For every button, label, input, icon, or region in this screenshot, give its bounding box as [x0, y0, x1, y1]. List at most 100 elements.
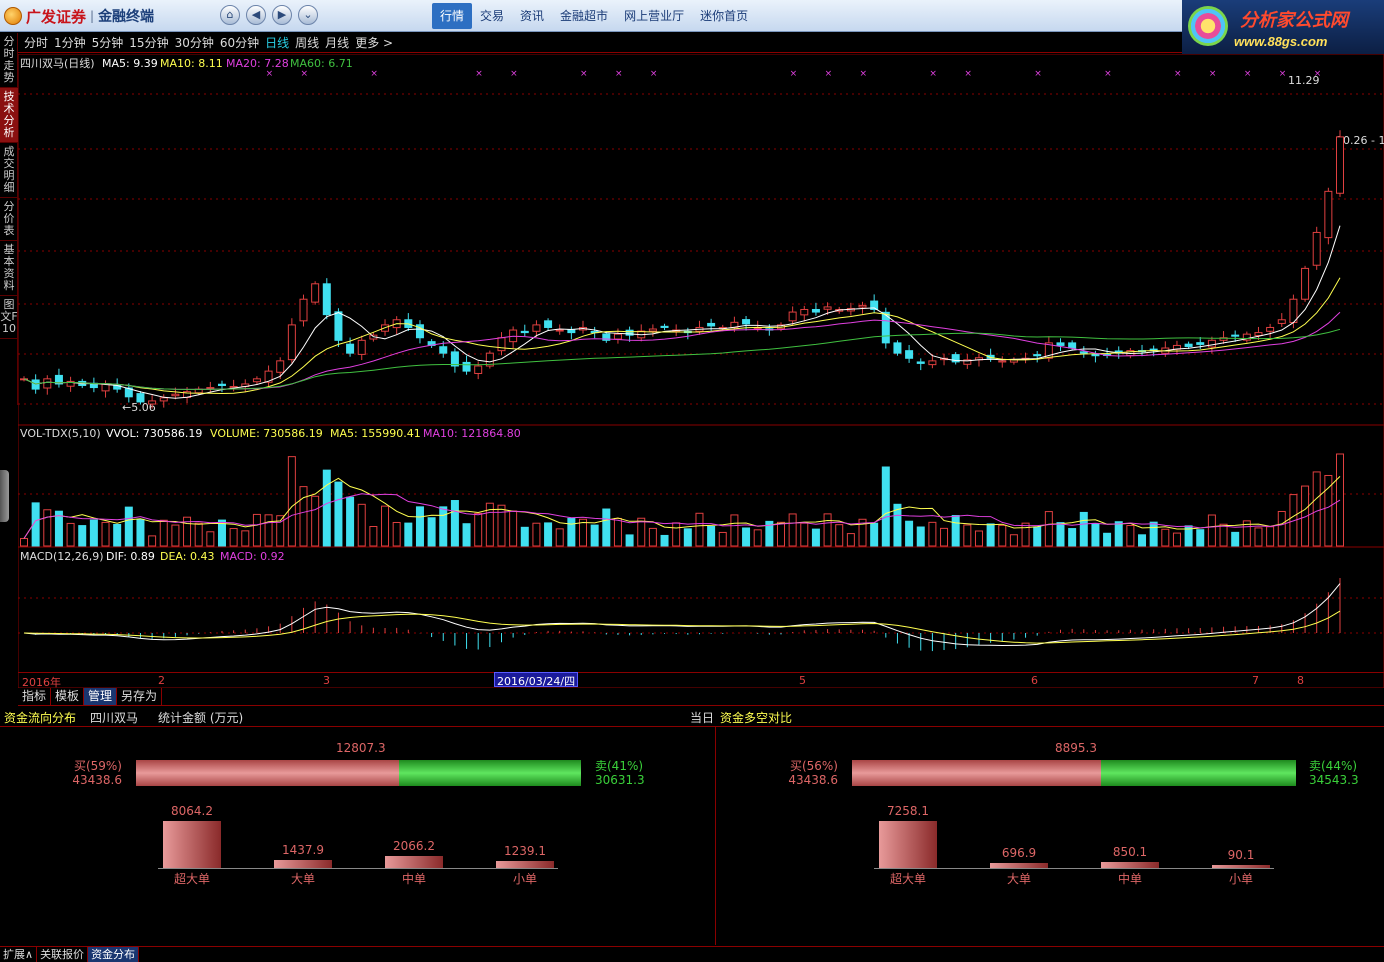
signal-mark: ×	[301, 69, 309, 79]
tab-timeshare[interactable]: 分时走势	[0, 33, 18, 88]
period-1min[interactable]: 1分钟	[54, 34, 86, 51]
candle-body	[1324, 190, 1333, 239]
volume-bar	[974, 530, 983, 547]
back-icon[interactable]: ◀	[246, 5, 266, 25]
volume-bar	[427, 517, 436, 547]
signal-mark: ×	[370, 69, 378, 79]
main-legend: 四川双马(日线) MA5: 9.39 MA10: 8.11 MA20: 7.28…	[20, 56, 353, 70]
nav-item-trade[interactable]: 交易	[472, 3, 512, 29]
ma60-line	[23, 328, 1341, 390]
vol-legend: VOL-TDX(5,10) VVOL: 730586.19 VOLUME: 73…	[20, 427, 521, 440]
period-60min[interactable]: 60分钟	[220, 34, 259, 51]
macd-legend-macd: MACD: 0.92	[220, 550, 285, 563]
volume-bar	[497, 504, 506, 547]
nav-item-market[interactable]: 行情	[432, 3, 473, 29]
volume-bar	[43, 509, 52, 547]
volume-bar	[1207, 514, 1216, 547]
period-monthly[interactable]: 月线	[325, 34, 349, 51]
axis-label-5: 5	[799, 674, 806, 687]
order-column-value: 1239.1	[504, 844, 546, 858]
volume-bar	[916, 526, 925, 547]
tab-expand[interactable]: 扩展∧	[0, 947, 38, 962]
order-column	[385, 856, 443, 868]
volume-bar	[905, 520, 914, 547]
candle-body	[1207, 339, 1216, 348]
macd-legend-dea: DEA: 0.43	[160, 550, 214, 563]
candle-body	[893, 342, 902, 354]
macd-legend: MACD(12,26,9) DIF: 0.89 DEA: 0.43 MACD: …	[20, 550, 285, 563]
tab-fund-distribution[interactable]: 资金分布	[88, 947, 140, 962]
tab-save-as[interactable]: 另存为	[117, 688, 163, 705]
nav-item-news[interactable]: 资讯	[512, 3, 552, 29]
volume-bar	[1033, 526, 1042, 547]
ma10-line	[23, 277, 1341, 395]
volume-bar	[171, 524, 180, 547]
column-baseline	[874, 868, 1274, 869]
tab-trade-details[interactable]: 成交明细	[0, 143, 18, 198]
order-column-value: 2066.2	[393, 839, 435, 853]
tab-manage[interactable]: 管理	[84, 688, 118, 705]
volume-bar	[625, 534, 634, 547]
legend-ma5: MA5: 9.39	[102, 57, 158, 70]
kline-chart[interactable]: 四川双马(日线) MA5: 9.39 MA10: 8.11 MA20: 7.28…	[18, 54, 1384, 688]
order-column	[1212, 865, 1270, 868]
candle-body	[497, 337, 506, 352]
tab-price-table[interactable]: 分价表	[0, 198, 18, 241]
collapse-icon[interactable]: ⌄	[298, 5, 318, 25]
tab-technical[interactable]: 技术分析	[0, 88, 18, 143]
volume-bar	[206, 531, 215, 547]
volume-bar	[357, 503, 366, 547]
tab-indicator[interactable]: 指标	[18, 688, 52, 705]
candle-body	[1149, 348, 1158, 351]
macd-legend-dif: DIF: 0.89	[106, 550, 155, 563]
candle-body	[1033, 354, 1042, 357]
promo-banner[interactable]: 分析家公式网 www.88gs.com	[1182, 0, 1384, 54]
tab-related-quotes[interactable]: 关联报价	[37, 947, 89, 962]
tab-f10[interactable]: 图文F10	[0, 296, 18, 339]
period-timeshare[interactable]: 分时	[24, 34, 48, 51]
volume-bar	[1161, 528, 1170, 547]
volume-bar	[1254, 527, 1263, 547]
home-icon[interactable]: ⌂	[220, 5, 240, 25]
order-column-value: 696.9	[1001, 846, 1037, 860]
candle-body	[1231, 334, 1240, 337]
signal-mark: ×	[825, 69, 833, 79]
period-5min[interactable]: 5分钟	[92, 34, 124, 51]
order-column	[496, 861, 554, 868]
left-view-tabs: 分时走势 技术分析 成交明细 分价表 基本资料 图文F10	[0, 33, 18, 405]
volume-bar	[776, 521, 785, 547]
volume-bar	[1172, 532, 1181, 547]
tab-template[interactable]: 模板	[51, 688, 85, 705]
volume-bar	[346, 496, 355, 547]
order-column	[879, 821, 937, 868]
vol-legend-volume: VOLUME: 730586.19	[210, 427, 323, 440]
period-30min[interactable]: 30分钟	[175, 34, 214, 51]
candle-body	[811, 308, 820, 313]
period-more[interactable]: 更多 >	[355, 34, 393, 51]
volume-bar	[381, 505, 390, 547]
candle-body	[439, 346, 448, 354]
period-weekly[interactable]: 周线	[295, 34, 319, 51]
nav-item-online-branch[interactable]: 网上营业厅	[616, 3, 692, 29]
nav-item-finance-mall[interactable]: 金融超市	[552, 3, 616, 29]
candle-body	[905, 350, 914, 359]
buy-amount: 43438.6	[788, 773, 838, 787]
legend-stock-name: 四川双马(日线)	[20, 56, 95, 70]
panel-period[interactable]: 当日	[690, 709, 714, 726]
vol-legend-ma10: MA10: 121864.80	[423, 427, 521, 440]
nav-item-mini-home[interactable]: 迷你首页	[692, 3, 756, 29]
volume-bar	[1009, 534, 1018, 547]
volume-bar	[940, 527, 949, 547]
signal-mark: ×	[1279, 69, 1287, 79]
volume-bar	[1114, 521, 1123, 547]
side-collapse-handle[interactable]	[0, 470, 9, 522]
period-daily[interactable]: 日线	[265, 34, 289, 51]
forward-icon[interactable]: ▶	[272, 5, 292, 25]
signal-mark: ×	[860, 69, 868, 79]
panel-title-distribution: 资金流向分布	[4, 711, 77, 725]
period-15min[interactable]: 15分钟	[129, 34, 168, 51]
volume-bar	[788, 513, 797, 547]
chart-grid	[18, 54, 1384, 688]
tab-fundamentals[interactable]: 基本资料	[0, 241, 18, 296]
candle-body	[660, 325, 669, 328]
